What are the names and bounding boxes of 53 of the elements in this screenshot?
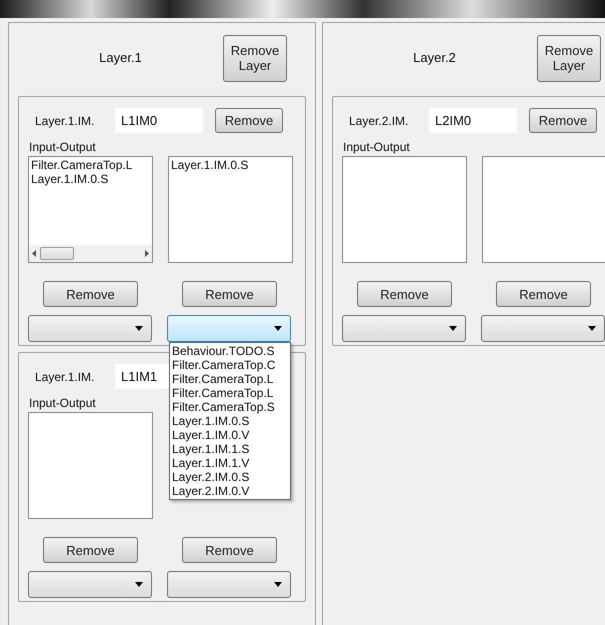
dropdown-option[interactable]: Layer.2.IM.0.S xyxy=(170,470,290,484)
caret-icon xyxy=(135,582,143,587)
group-label: Input-Output xyxy=(28,140,96,154)
scroll-thumb[interactable] xyxy=(40,247,74,260)
remove-layer-button[interactable]: Remove Layer xyxy=(537,34,601,82)
dropdown-option[interactable]: Layer.1.IM.1.V xyxy=(170,456,290,470)
remove-button[interactable]: Remove xyxy=(43,537,138,563)
dropdown-option[interactable]: Filter.CameraTop.L xyxy=(170,386,290,400)
name-field[interactable]: L1IM0 xyxy=(115,108,203,133)
list-item[interactable]: Layer.1.IM.0.S xyxy=(31,172,152,186)
dropdown-option[interactable]: Layer.1.IM.0.V xyxy=(170,428,290,442)
list-box[interactable]: Filter.CameraTop.L Layer.1.IM.0.S xyxy=(28,156,153,263)
module-label: Layer.1.IM. xyxy=(34,112,96,130)
caret-icon xyxy=(449,326,457,331)
caret-icon xyxy=(588,326,596,331)
remove-button[interactable]: Remove xyxy=(215,108,283,133)
dropdown-option[interactable]: Behaviour.TODO.S xyxy=(170,344,290,358)
dropdown-option[interactable]: Layer.1.IM.0.S xyxy=(170,414,290,428)
layer-title: Layer.1 xyxy=(98,49,143,68)
module-label: Layer.2.IM. xyxy=(348,112,410,130)
dropdown[interactable] xyxy=(28,315,152,342)
list-box[interactable]: Layer.1.IM.0.S xyxy=(168,156,293,263)
remove-layer-button[interactable]: Remove Layer xyxy=(223,34,287,82)
module-label: Layer.1.IM. xyxy=(34,368,96,386)
dropdown-option[interactable]: Layer.2.IM.0.V xyxy=(170,484,290,498)
remove-button[interactable]: Remove xyxy=(182,281,277,307)
remove-button[interactable]: Remove xyxy=(496,281,591,307)
right-arrow-icon[interactable] xyxy=(145,250,149,257)
list-box[interactable] xyxy=(482,156,605,263)
list-box[interactable] xyxy=(28,412,153,519)
group-label: Input-Output xyxy=(28,396,96,410)
caret-icon xyxy=(274,582,282,587)
name-field[interactable]: L2IM0 xyxy=(429,108,517,133)
dropdown[interactable] xyxy=(28,571,152,598)
list-box[interactable] xyxy=(342,156,467,263)
horizontal-scrollbar[interactable] xyxy=(29,245,152,262)
layer-title: Layer.2 xyxy=(412,49,457,68)
remove-button[interactable]: Remove xyxy=(357,281,452,307)
dropdown[interactable] xyxy=(481,315,605,342)
remove-button[interactable]: Remove xyxy=(43,281,138,307)
caret-icon xyxy=(274,326,282,331)
dropdown-option[interactable]: Layer.1.IM.1.S xyxy=(170,442,290,456)
dropdown[interactable] xyxy=(342,315,466,342)
caret-icon xyxy=(135,326,143,331)
remove-button[interactable]: Remove xyxy=(182,537,277,563)
dropdown[interactable] xyxy=(167,571,291,598)
left-arrow-icon[interactable] xyxy=(32,250,36,257)
list-item[interactable]: Filter.CameraTop.L xyxy=(31,158,152,172)
list-item[interactable]: Layer.1.IM.0.S xyxy=(171,158,292,172)
dropdown[interactable] xyxy=(167,315,291,342)
dropdown-option[interactable]: Filter.CameraTop.S xyxy=(170,400,290,414)
remove-button[interactable]: Remove xyxy=(529,108,597,133)
group-label: Input-Output xyxy=(342,140,410,154)
